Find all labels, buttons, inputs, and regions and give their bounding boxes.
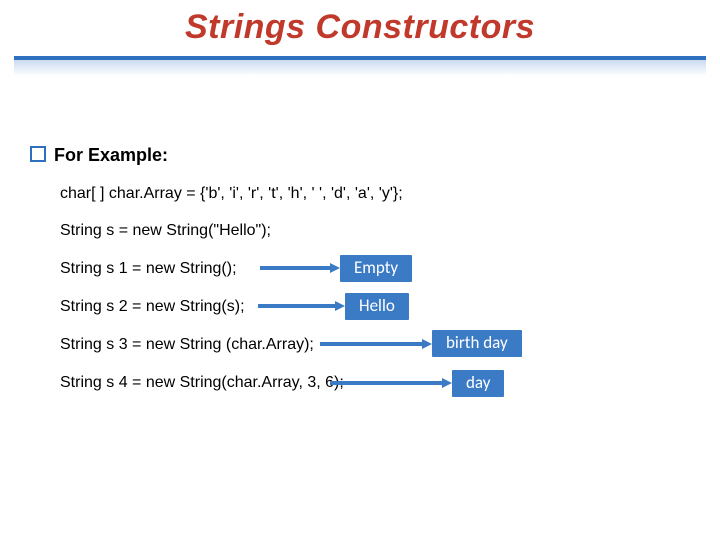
bullet-icon [30, 146, 46, 162]
code-line-3: String s 1 = new String(); [60, 260, 237, 278]
annotation-hello: Hello [345, 293, 409, 320]
slide-title: Strings Constructors [0, 8, 720, 47]
code-line-1: char[ ] char.Array = {'b', 'i', 'r', 't'… [60, 185, 403, 203]
annotation-day: day [452, 370, 504, 397]
annotation-empty: Empty [340, 255, 412, 282]
code-line-2: String s = new String("Hello"); [60, 222, 271, 240]
arrow-icon [258, 301, 345, 311]
bullet-text: For Example: [54, 145, 168, 165]
code-line-5: String s 3 = new String (char.Array); [60, 336, 314, 354]
annotation-birthday: birth day [432, 330, 522, 357]
code-line-6: String s 4 = new String(char.Array, 3, 6… [60, 374, 344, 392]
bullet-heading: For Example: [30, 145, 168, 166]
title-underline [14, 56, 706, 76]
slide: Strings Constructors For Example: char[ … [0, 0, 720, 540]
arrow-icon [260, 263, 340, 273]
code-line-4: String s 2 = new String(s); [60, 298, 245, 316]
arrow-icon [320, 339, 432, 349]
arrow-icon [330, 378, 452, 388]
